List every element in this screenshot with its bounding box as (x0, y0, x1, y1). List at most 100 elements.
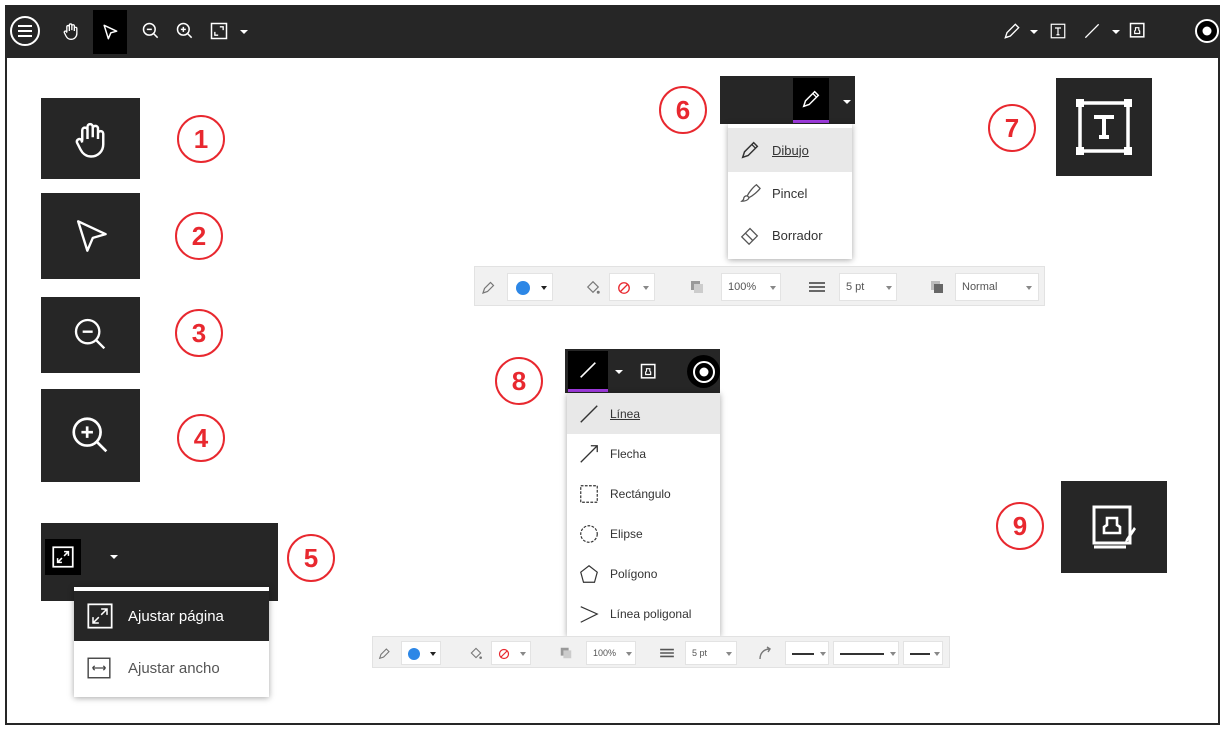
pen-dropdown-caret[interactable] (843, 100, 851, 104)
brush-option[interactable]: Pincel (728, 172, 852, 214)
line-style-dropdown[interactable] (833, 641, 899, 665)
pen-dropdown-caret[interactable] (1030, 30, 1038, 34)
stroke-color-swatch (408, 648, 420, 660)
shape-menu: Línea Flecha Rectángulo Elipse Polígono … (567, 393, 720, 636)
blend-mode-dropdown[interactable]: Normal (955, 273, 1039, 301)
rectangle-option[interactable]: Rectángulo (567, 474, 720, 514)
fill-icon (467, 644, 485, 662)
fit-dropdown-caret[interactable] (110, 555, 118, 559)
zoom-in-icon[interactable] (172, 18, 198, 44)
fill-color-dropdown[interactable] (491, 641, 531, 665)
ellipse-option[interactable]: Elipse (567, 514, 720, 554)
fit-width-option[interactable]: Ajustar ancho (74, 643, 269, 693)
brush-option-label: Pincel (772, 185, 808, 201)
chevron-down-icon (626, 652, 632, 656)
thickness-icon (658, 645, 676, 661)
stamp-icon[interactable] (1061, 481, 1167, 573)
chevron-down-icon (541, 286, 547, 290)
line-style-icon (757, 644, 775, 662)
fit-page-label: Ajustar página (128, 607, 224, 625)
stop-icon[interactable] (1192, 16, 1222, 46)
stroke-color-dropdown[interactable] (401, 641, 441, 665)
shape-dropdown-caret[interactable] (1112, 30, 1120, 34)
stroke-color-swatch (516, 281, 530, 295)
select-arrow-icon[interactable] (41, 193, 140, 279)
active-tool-indicator (793, 120, 829, 123)
chevron-down-icon (770, 286, 776, 290)
thickness-value: 5 pt (846, 281, 865, 293)
opacity-value: 100% (593, 648, 617, 658)
pen-icon (738, 138, 762, 162)
pen-icon[interactable] (999, 18, 1025, 44)
polygon-option[interactable]: Polígono (567, 554, 720, 594)
callout-4: 4 (177, 414, 225, 462)
draw-option-label: Dibujo (772, 142, 809, 158)
fit-page-icon[interactable] (206, 18, 232, 44)
callout-8: 8 (495, 357, 543, 405)
draw-properties-bar: 100% 5 pt Normal (474, 266, 1045, 306)
text-box-icon[interactable] (1056, 78, 1152, 176)
line-start-dropdown[interactable] (785, 641, 829, 665)
callout-5: 5 (287, 534, 335, 582)
zoom-in-icon[interactable] (41, 389, 140, 482)
main-toolbar (5, 5, 1220, 58)
opacity-dropdown[interactable]: 100% (721, 273, 781, 301)
chevron-down-icon (820, 652, 826, 656)
fit-width-label: Ajustar ancho (128, 659, 220, 677)
stop-icon[interactable] (687, 355, 720, 388)
zoom-out-icon[interactable] (41, 297, 140, 373)
line-option[interactable]: Línea (567, 393, 720, 434)
draw-option[interactable]: Dibujo (728, 128, 852, 172)
arrow-option-label: Flecha (610, 447, 647, 461)
line-start-style (792, 653, 814, 655)
eraser-option[interactable]: Borrador (728, 214, 852, 256)
rectangle-icon (577, 482, 601, 506)
draw-toolbar (720, 76, 855, 124)
callout-2: 2 (175, 212, 223, 260)
fill-icon (583, 277, 603, 297)
eraser-icon (738, 223, 762, 247)
line-end-style (910, 653, 930, 655)
text-box-icon[interactable] (1045, 18, 1071, 44)
ellipse-option-label: Elipse (610, 527, 643, 541)
opacity-dropdown[interactable]: 100% (586, 641, 636, 665)
line-icon[interactable] (1079, 18, 1105, 44)
arrow-option[interactable]: Flecha (567, 434, 720, 474)
hand-icon[interactable] (41, 98, 140, 179)
opacity-icon (557, 644, 575, 662)
menu-icon[interactable] (8, 14, 42, 48)
fit-page-icon[interactable] (45, 539, 81, 575)
thickness-icon (807, 277, 827, 297)
line-icon[interactable] (568, 351, 608, 389)
stroke-color-icon (376, 644, 394, 662)
chevron-down-icon (886, 286, 892, 290)
thickness-dropdown[interactable]: 5 pt (839, 273, 897, 301)
shape-dropdown-caret[interactable] (615, 370, 623, 374)
pen-icon[interactable] (793, 78, 829, 120)
stroke-color-dropdown[interactable] (507, 273, 553, 301)
hand-icon[interactable] (58, 18, 84, 44)
polyline-option[interactable]: Línea poligonal (567, 594, 720, 634)
fit-page-option[interactable]: Ajustar página (74, 591, 269, 641)
stamp-icon[interactable] (636, 359, 662, 385)
fill-color-dropdown[interactable] (609, 273, 655, 301)
blend-mode-value: Normal (962, 281, 998, 293)
polyline-option-label: Línea poligonal (610, 607, 692, 621)
fit-dropdown-caret[interactable] (240, 30, 248, 34)
stroke-color-icon (479, 277, 499, 297)
zoom-out-icon[interactable] (138, 18, 164, 44)
line-end-dropdown[interactable] (903, 641, 943, 665)
opacity-icon (687, 277, 707, 297)
line-icon (577, 402, 601, 426)
eraser-option-label: Borrador (772, 227, 823, 243)
callout-6: 6 (659, 86, 707, 134)
callout-7: 7 (988, 104, 1036, 152)
thickness-dropdown[interactable]: 5 pt (685, 641, 737, 665)
blend-icon (927, 277, 947, 297)
stamp-icon[interactable] (1125, 18, 1151, 44)
rectangle-option-label: Rectángulo (610, 487, 671, 501)
select-arrow-icon[interactable] (93, 10, 127, 54)
chevron-down-icon (890, 652, 896, 656)
shape-properties-bar: 100% 5 pt (372, 636, 950, 668)
fit-page-icon (86, 602, 114, 630)
